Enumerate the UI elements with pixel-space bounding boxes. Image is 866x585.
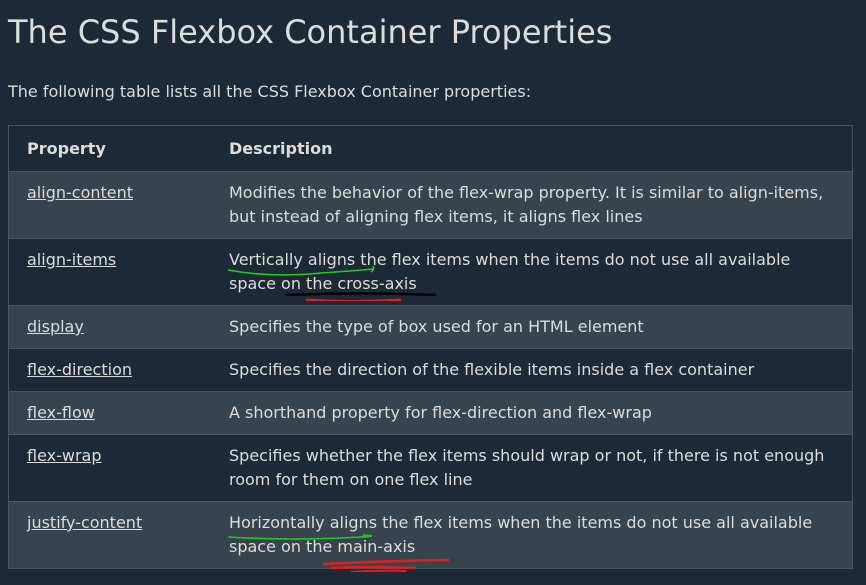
property-link-display[interactable]: display bbox=[27, 317, 84, 336]
page: The CSS Flexbox Container Properties The… bbox=[0, 0, 866, 585]
property-cell: flex-flow bbox=[8, 391, 211, 435]
description-text: Horizontally aligns the flex items when … bbox=[229, 513, 813, 556]
property-link-flex-flow[interactable]: flex-flow bbox=[27, 403, 95, 422]
column-header-description: Description bbox=[211, 125, 853, 172]
property-link-flex-wrap[interactable]: flex-wrap bbox=[27, 446, 102, 465]
table-row: align-items Vertically aligns the flex i… bbox=[8, 238, 853, 306]
page-title: The CSS Flexbox Container Properties bbox=[8, 13, 613, 51]
description-cell: Modifies the behavior of the flex-wrap p… bbox=[211, 171, 853, 239]
property-cell: display bbox=[8, 305, 211, 349]
property-link-align-content[interactable]: align-content bbox=[27, 183, 133, 202]
flexbox-properties-table: Property Description align-content Modif… bbox=[8, 125, 853, 572]
description-text: Vertically aligns the flex items when th… bbox=[229, 250, 791, 293]
table-row: justify-content Horizontally aligns the … bbox=[8, 501, 853, 572]
description-cell: A shorthand property for flex-direction … bbox=[211, 391, 853, 435]
table-row: flex-wrap Specifies whether the flex ite… bbox=[8, 434, 853, 502]
property-link-justify-content[interactable]: justify-content bbox=[27, 513, 142, 532]
description-cell: Specifies whether the flex items should … bbox=[211, 434, 853, 502]
table-header-row: Property Description bbox=[8, 125, 853, 172]
table-row: align-content Modifies the behavior of t… bbox=[8, 171, 853, 239]
intro-text: The following table lists all the CSS Fl… bbox=[8, 82, 532, 101]
description-cell: Specifies the type of box used for an HT… bbox=[211, 305, 853, 349]
property-cell: justify-content bbox=[8, 501, 211, 569]
description-cell: Horizontally aligns the flex items when … bbox=[211, 501, 853, 572]
property-cell: flex-direction bbox=[8, 348, 211, 392]
description-cell: Specifies the direction of the flexible … bbox=[211, 348, 853, 392]
table-row: flex-direction Specifies the direction o… bbox=[8, 348, 853, 392]
property-cell: flex-wrap bbox=[8, 434, 211, 502]
table-row: display Specifies the type of box used f… bbox=[8, 305, 853, 349]
description-cell: Vertically aligns the flex items when th… bbox=[211, 238, 853, 306]
property-link-flex-direction[interactable]: flex-direction bbox=[27, 360, 132, 379]
property-link-align-items[interactable]: align-items bbox=[27, 250, 116, 269]
table-row: flex-flow A shorthand property for flex-… bbox=[8, 391, 853, 435]
column-header-property: Property bbox=[8, 125, 211, 172]
property-cell: align-items bbox=[8, 238, 211, 306]
property-cell: align-content bbox=[8, 171, 211, 239]
